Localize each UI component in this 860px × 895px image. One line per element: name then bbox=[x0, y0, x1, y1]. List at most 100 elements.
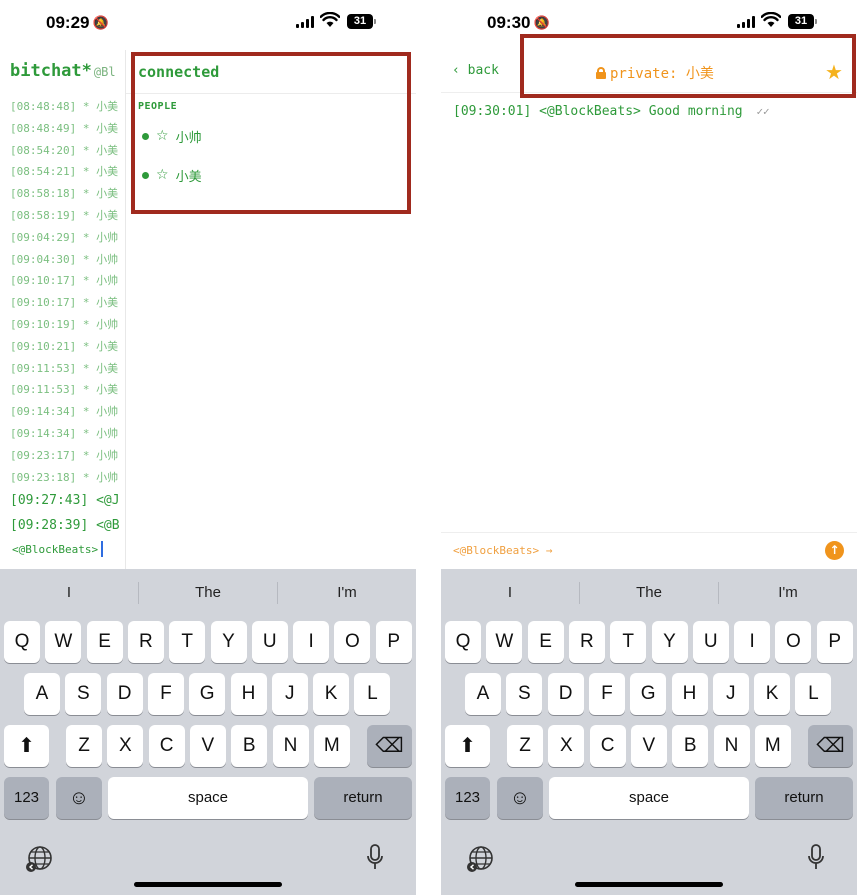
divider bbox=[718, 582, 719, 604]
suggestion-item[interactable]: The bbox=[580, 569, 718, 617]
key-letter[interactable]: Z bbox=[66, 725, 102, 767]
key-letter[interactable]: L bbox=[354, 673, 391, 715]
key-letter[interactable]: I bbox=[293, 621, 330, 663]
key-letter[interactable]: P bbox=[375, 621, 412, 663]
nickname-field[interactable]: @Bl bbox=[94, 65, 116, 79]
chat-line: [09:04:29] * 小帅 bbox=[10, 227, 124, 249]
chat-line: [08:54:20] * 小美 bbox=[10, 140, 124, 162]
suggestion-item[interactable]: I bbox=[441, 569, 579, 617]
key-letter[interactable]: X bbox=[548, 725, 585, 767]
key-letter[interactable]: T bbox=[169, 621, 206, 663]
key-letter[interactable]: U bbox=[251, 621, 288, 663]
suggestion-item[interactable]: I bbox=[0, 569, 138, 617]
home-indicator[interactable] bbox=[134, 882, 282, 887]
key-letter[interactable]: T bbox=[610, 621, 647, 663]
key-letter[interactable]: I bbox=[734, 621, 771, 663]
return-key[interactable]: return bbox=[755, 777, 853, 819]
key-letter[interactable]: D bbox=[547, 673, 584, 715]
emoji-key-icon[interactable]: ☺ bbox=[56, 777, 102, 819]
key-letter[interactable]: F bbox=[147, 673, 184, 715]
key-letter[interactable]: F bbox=[588, 673, 625, 715]
key-letter[interactable]: H bbox=[230, 673, 267, 715]
message-timestamp: [09:11:53] bbox=[10, 361, 77, 375]
key-letter[interactable]: N bbox=[713, 725, 750, 767]
back-button[interactable]: ‹ back bbox=[452, 63, 499, 78]
globe-icon[interactable] bbox=[466, 845, 494, 873]
shift-key-icon[interactable]: ⬆ bbox=[4, 725, 49, 767]
key-letter[interactable]: K bbox=[313, 673, 350, 715]
key-letter[interactable]: C bbox=[148, 725, 185, 767]
shift-key-icon[interactable]: ⬆ bbox=[445, 725, 490, 767]
message-sender[interactable]: <@BlockBeats> bbox=[539, 104, 641, 119]
key-letter[interactable]: M bbox=[313, 725, 350, 767]
key-letter[interactable]: V bbox=[630, 725, 667, 767]
key-letter[interactable]: Z bbox=[507, 725, 543, 767]
chat-header: bitchat* @Bl bbox=[10, 61, 116, 85]
key-letter[interactable]: J bbox=[712, 673, 749, 715]
key-letter[interactable]: L bbox=[795, 673, 832, 715]
key-letter[interactable]: R bbox=[127, 621, 164, 663]
key-letter[interactable]: B bbox=[231, 725, 268, 767]
key-letter[interactable]: Y bbox=[210, 621, 247, 663]
divider bbox=[138, 582, 139, 604]
key-letter[interactable]: N bbox=[272, 725, 309, 767]
key-letter[interactable]: A bbox=[465, 673, 501, 715]
chat-message: [09:30:01] <@BlockBeats> Good morning ✓✓ bbox=[453, 104, 770, 119]
message-timestamp: [08:58:18] bbox=[10, 187, 77, 201]
key-letter[interactable]: E bbox=[527, 621, 564, 663]
message-timestamp: [08:58:19] bbox=[10, 208, 77, 222]
key-letter[interactable]: O bbox=[775, 621, 812, 663]
key-letter[interactable]: P bbox=[816, 621, 853, 663]
microphone-icon[interactable] bbox=[807, 844, 825, 872]
delete-key-icon[interactable]: ⌫ bbox=[808, 725, 853, 767]
chat-line: [09:28:39] <@B bbox=[10, 513, 124, 538]
globe-icon[interactable] bbox=[25, 845, 53, 873]
message-text: * 小帅 bbox=[76, 470, 119, 484]
key-letter[interactable]: U bbox=[692, 621, 729, 663]
key-letter[interactable]: V bbox=[189, 725, 226, 767]
key-letter[interactable]: M bbox=[754, 725, 791, 767]
space-key[interactable]: space bbox=[108, 777, 308, 819]
space-key[interactable]: space bbox=[549, 777, 749, 819]
delete-key-icon[interactable]: ⌫ bbox=[367, 725, 412, 767]
message-input[interactable]: <@BlockBeats> bbox=[12, 541, 104, 557]
key-letter[interactable]: W bbox=[486, 621, 523, 663]
key-letter[interactable]: S bbox=[506, 673, 543, 715]
send-button[interactable]: ↑ bbox=[825, 541, 844, 560]
numbers-key[interactable]: 123 bbox=[4, 777, 49, 819]
key-letter[interactable]: Q bbox=[4, 621, 40, 663]
return-key[interactable]: return bbox=[314, 777, 412, 819]
suggestion-item[interactable]: I'm bbox=[719, 569, 857, 617]
key-letter[interactable]: H bbox=[671, 673, 708, 715]
key-letter[interactable]: X bbox=[107, 725, 144, 767]
message-input[interactable]: <@BlockBeats> → bbox=[453, 544, 552, 557]
key-letter[interactable]: A bbox=[24, 673, 60, 715]
key-letter[interactable]: W bbox=[45, 621, 82, 663]
suggestion-item[interactable]: The bbox=[139, 569, 277, 617]
key-letter[interactable]: Y bbox=[651, 621, 688, 663]
message-timestamp: [09:11:53] bbox=[10, 383, 77, 397]
home-indicator[interactable] bbox=[575, 882, 723, 887]
message-timestamp: [09:10:21] bbox=[10, 339, 77, 353]
emoji-key-icon[interactable]: ☺ bbox=[497, 777, 543, 819]
numbers-key[interactable]: 123 bbox=[445, 777, 490, 819]
message-text: * 小帅 bbox=[76, 426, 119, 440]
key-letter[interactable]: Q bbox=[445, 621, 481, 663]
key-letter[interactable]: R bbox=[568, 621, 605, 663]
key-letter[interactable]: E bbox=[86, 621, 123, 663]
key-letter[interactable]: G bbox=[189, 673, 226, 715]
key-letter[interactable]: J bbox=[271, 673, 308, 715]
app-title[interactable]: bitchat* bbox=[10, 61, 92, 81]
key-letter[interactable]: K bbox=[754, 673, 791, 715]
chat-message-list[interactable]: [08:48:48] * 小美 [08:48:49] * 小美 [08:54:20]… bbox=[10, 96, 124, 538]
key-letter[interactable]: S bbox=[65, 673, 102, 715]
key-letter[interactable]: B bbox=[672, 725, 709, 767]
key-letter[interactable]: O bbox=[334, 621, 371, 663]
message-text: * 小帅 bbox=[76, 230, 119, 244]
key-letter[interactable]: G bbox=[630, 673, 667, 715]
key-letter[interactable]: C bbox=[589, 725, 626, 767]
microphone-icon[interactable] bbox=[366, 844, 384, 872]
key-letter[interactable]: D bbox=[106, 673, 143, 715]
text-caret bbox=[101, 541, 104, 557]
suggestion-item[interactable]: I'm bbox=[278, 569, 416, 617]
